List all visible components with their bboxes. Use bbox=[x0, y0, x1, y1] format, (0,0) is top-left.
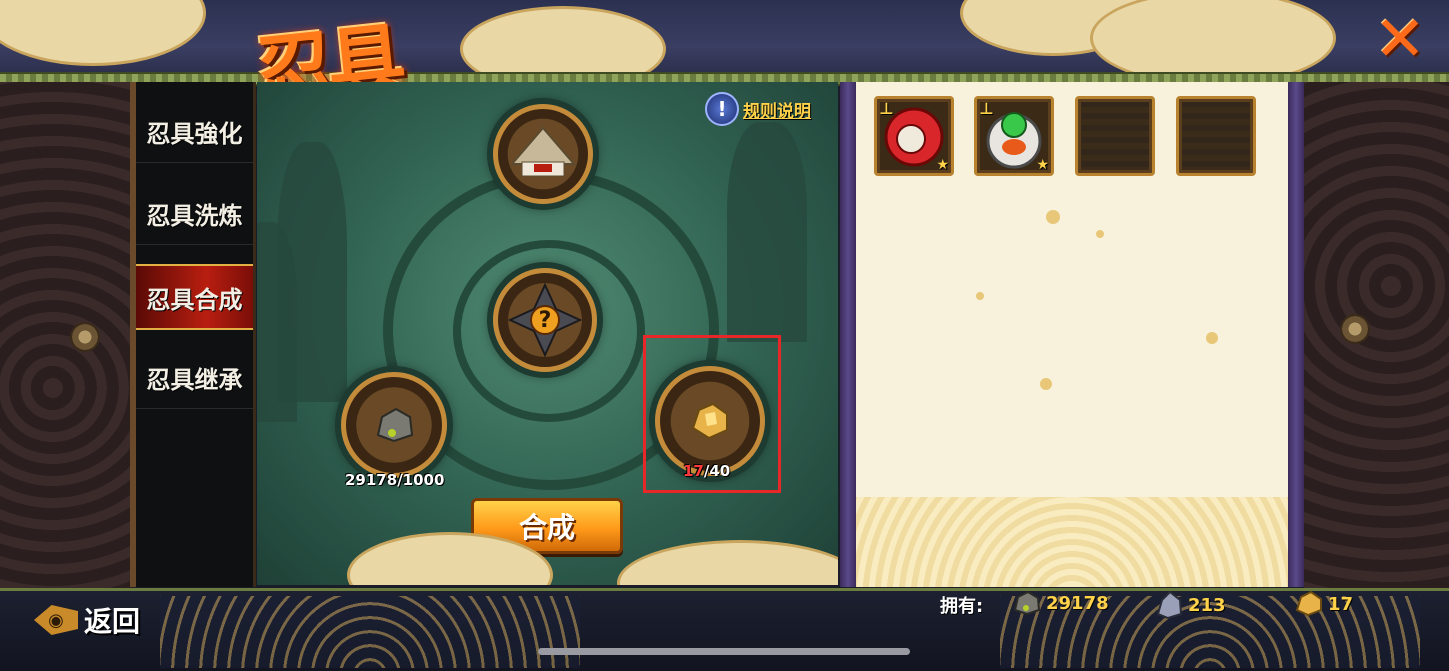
resource-stone-value: 29178 bbox=[1046, 592, 1109, 614]
back-button[interactable]: ◉ 返回 bbox=[34, 600, 140, 640]
material-left-node[interactable] bbox=[341, 372, 447, 478]
mountain-decoration bbox=[727, 122, 807, 342]
close-x-icon[interactable]: ✕ bbox=[1368, 2, 1432, 75]
back-arrow-icon: ◉ bbox=[34, 605, 78, 635]
rules-label: 规则说明 bbox=[743, 101, 811, 122]
door-knob-icon bbox=[70, 322, 100, 352]
inventory-slot[interactable]: ⊥ ★ bbox=[974, 96, 1054, 176]
right-decor-panel bbox=[1304, 82, 1449, 592]
inventory-slot[interactable]: ⊥ ★ bbox=[874, 96, 954, 176]
material-left-have: 29178 bbox=[345, 471, 398, 489]
mountain-decoration bbox=[257, 222, 297, 422]
cloud-decoration bbox=[460, 6, 666, 78]
result-node[interactable]: ? bbox=[493, 268, 597, 372]
info-icon: ! bbox=[705, 92, 739, 126]
sidebar-menu: 忍具強化 忍具洗炼 忍具合成 忍具继承 bbox=[130, 82, 256, 587]
panel-border-right bbox=[1288, 82, 1304, 587]
synthesis-scene: ! 规则说明 ? 29178/1000 17/40 合成 bbox=[257, 82, 838, 585]
paper-dot bbox=[1206, 332, 1218, 344]
paper-dot bbox=[1046, 210, 1060, 224]
paper-dot bbox=[1040, 378, 1052, 390]
top-banner bbox=[0, 0, 1449, 78]
home-indicator[interactable] bbox=[538, 648, 910, 655]
gold-ore-icon bbox=[1295, 590, 1322, 617]
resource-crystal-value: 213 bbox=[1188, 594, 1226, 616]
left-decor-panel bbox=[0, 82, 132, 592]
star-icon: ★ bbox=[936, 157, 949, 173]
stone-ore-icon bbox=[1013, 590, 1041, 616]
target-item-node[interactable] bbox=[493, 104, 593, 204]
rules-link[interactable]: ! 规则说明 bbox=[705, 92, 811, 126]
material-left-need: 1000 bbox=[402, 471, 445, 489]
paper-wave-decoration bbox=[856, 497, 1288, 587]
svg-text:?: ? bbox=[539, 308, 552, 333]
stone-ore-icon bbox=[376, 407, 414, 443]
highlight-box bbox=[643, 335, 781, 493]
back-label: 返回 bbox=[84, 605, 141, 638]
inventory-slot-empty[interactable] bbox=[1075, 96, 1155, 176]
owned-label: 拥有: bbox=[940, 596, 984, 617]
resource-gold-value: 17 bbox=[1328, 593, 1354, 615]
panel-border-left bbox=[840, 82, 856, 587]
paper-dot bbox=[976, 292, 984, 300]
resource-stone: 29178 bbox=[1012, 590, 1109, 616]
paper-dot bbox=[1096, 230, 1104, 238]
star-icon: ★ bbox=[1036, 157, 1049, 173]
sidebar-item-synthesize[interactable]: 忍具合成 bbox=[136, 264, 253, 330]
straw-hat-icon bbox=[509, 126, 577, 177]
resource-gold: 17 bbox=[1294, 590, 1353, 618]
sidebar-item-inherit[interactable]: 忍具继承 bbox=[136, 346, 253, 409]
sidebar-item-enhance[interactable]: 忍具強化 bbox=[136, 100, 253, 163]
cloud-decoration bbox=[0, 0, 206, 66]
resource-crystal: 213 bbox=[1154, 590, 1226, 620]
material-left-count: 29178/1000 bbox=[345, 471, 445, 489]
cloud-decoration bbox=[617, 540, 838, 585]
crystal-ore-icon bbox=[1156, 590, 1183, 620]
inventory-slot-empty[interactable] bbox=[1176, 96, 1256, 176]
door-knob-icon bbox=[1340, 314, 1370, 344]
cloud-decoration bbox=[1090, 0, 1336, 78]
sidebar-item-refine[interactable]: 忍具洗炼 bbox=[136, 182, 253, 245]
wave-decoration bbox=[160, 596, 580, 668]
question-shuriken-icon: ? bbox=[508, 283, 582, 357]
